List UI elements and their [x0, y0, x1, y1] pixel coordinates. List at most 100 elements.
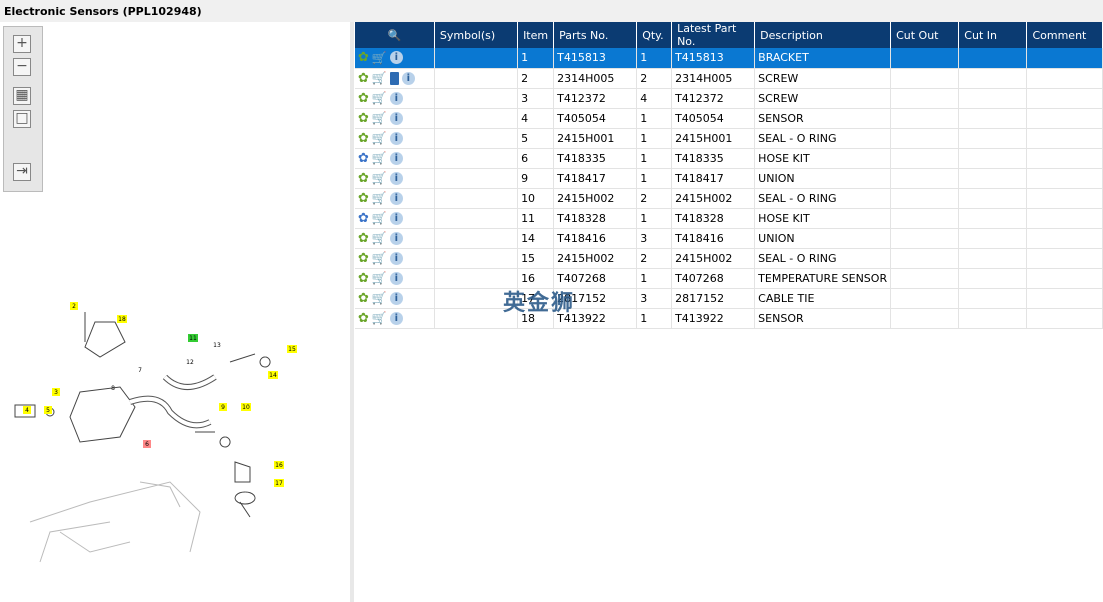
info-icon[interactable]: i: [389, 211, 403, 225]
table-row[interactable]: ✿ 🛒 i 1 T415813 1 T415813 BRACKET: [355, 48, 1103, 69]
gear-icon[interactable]: ✿: [358, 91, 369, 106]
symbols-cell: [434, 48, 519, 69]
info-icon[interactable]: i: [389, 291, 403, 305]
callout-13[interactable]: 13: [213, 342, 221, 349]
cart-icon[interactable]: 🛒: [372, 211, 387, 225]
callout-3[interactable]: 3: [54, 389, 58, 396]
info-icon[interactable]: i: [389, 91, 403, 105]
gear-icon[interactable]: ✿: [358, 231, 369, 246]
gear-icon[interactable]: ✿: [358, 50, 369, 65]
column-header[interactable]: Symbol(s): [434, 22, 519, 48]
callout-2[interactable]: 2: [72, 303, 76, 310]
table-row[interactable]: ✿ 🛒 i 10 2415H002 2 2415H002 SEAL - O RING: [355, 188, 1103, 209]
callout-14[interactable]: 14: [269, 372, 277, 379]
callout-16[interactable]: 16: [275, 462, 283, 469]
cart-icon[interactable]: 🛒: [372, 51, 387, 65]
column-header[interactable]: Qty.: [636, 22, 673, 48]
cart-icon[interactable]: 🛒: [372, 151, 387, 165]
info-icon[interactable]: i: [389, 271, 403, 285]
column-header[interactable]: Item: [517, 22, 555, 48]
cart-icon[interactable]: 🛒: [372, 71, 387, 85]
callout-18[interactable]: 18: [118, 316, 126, 323]
info-icon[interactable]: i: [401, 71, 415, 85]
gear-icon[interactable]: ✿: [358, 271, 369, 286]
gear-icon[interactable]: ✿: [358, 311, 369, 326]
info-icon[interactable]: i: [389, 231, 403, 245]
info-icon[interactable]: i: [389, 131, 403, 145]
info-icon[interactable]: i: [389, 111, 403, 125]
column-header[interactable]: Latest Part No.: [671, 22, 756, 48]
callout-15[interactable]: 15: [288, 346, 296, 353]
gear-icon[interactable]: ✿: [358, 191, 369, 206]
table-row[interactable]: ✿ 🛒 i 4 T405054 1 T405054 SENSOR: [355, 108, 1103, 129]
zoom-in-button[interactable]: +: [13, 35, 31, 53]
search-preview-icon[interactable]: 🔍: [388, 29, 402, 42]
table-row[interactable]: ✿ 🛒 i 17 2817152 3 2817152 CABLE TIE: [355, 288, 1103, 309]
diagram-panel[interactable]: + − ▦ □ ⇥ 2 18 11 13 12 15 14 7 8 3 4 5 …: [0, 22, 350, 602]
info-icon[interactable]: i: [389, 191, 403, 205]
callout-5[interactable]: 5: [46, 407, 50, 414]
table-row[interactable]: ✿ 🛒 i 18 T413922 1 T413922 SENSOR: [355, 308, 1103, 329]
table-row[interactable]: ✿ 🛒 i 14 T418416 3 T418416 UNION: [355, 228, 1103, 249]
desc-cell: SCREW: [754, 88, 892, 109]
column-header[interactable]: Comment: [1026, 22, 1103, 48]
cart-icon[interactable]: 🛒: [372, 271, 387, 285]
gear-icon[interactable]: ✿: [358, 251, 369, 266]
cart-icon[interactable]: 🛒: [372, 191, 387, 205]
column-header[interactable]: Description: [754, 22, 892, 48]
gear-icon[interactable]: ✿: [358, 71, 369, 86]
cart-icon[interactable]: 🛒: [372, 231, 387, 245]
gear-icon[interactable]: ✿: [358, 131, 369, 146]
callout-7[interactable]: 7: [138, 367, 142, 374]
table-row[interactable]: ✿ 🛒 i 15 2415H002 2 2415H002 SEAL - O RING: [355, 248, 1103, 269]
callout-4[interactable]: 4: [25, 407, 29, 414]
info-icon[interactable]: i: [389, 51, 403, 65]
book-icon[interactable]: [389, 71, 399, 85]
item-cell: 15: [517, 248, 555, 269]
cart-icon[interactable]: 🛒: [372, 311, 387, 325]
info-icon[interactable]: i: [389, 251, 403, 265]
table-row[interactable]: ✿ 🛒 i 3 T412372 4 T412372 SCREW: [355, 88, 1103, 109]
actual-size-button[interactable]: □: [13, 110, 31, 128]
callout-6[interactable]: 6: [145, 441, 149, 448]
cart-icon[interactable]: 🛒: [372, 131, 387, 145]
table-row[interactable]: ✿ 🛒 i 11 T418328 1 T418328 HOSE KIT: [355, 208, 1103, 229]
desc-cell: SENSOR: [754, 108, 892, 129]
cart-icon[interactable]: 🛒: [372, 171, 387, 185]
export-button[interactable]: ⇥: [13, 163, 31, 181]
gear-icon[interactable]: ✿: [358, 111, 369, 126]
callout-12[interactable]: 12: [186, 359, 194, 366]
panel-splitter[interactable]: [350, 22, 354, 602]
qty-cell: 1: [636, 268, 673, 289]
info-icon[interactable]: i: [389, 171, 403, 185]
gear-icon[interactable]: ✿: [358, 171, 369, 186]
cart-icon[interactable]: 🛒: [372, 291, 387, 305]
fit-view-button[interactable]: ▦: [13, 87, 31, 105]
cart-icon[interactable]: 🛒: [372, 111, 387, 125]
cart-icon[interactable]: 🛒: [372, 91, 387, 105]
gear-icon[interactable]: ✿: [358, 291, 369, 306]
callout-17[interactable]: 17: [275, 480, 283, 487]
table-row[interactable]: ✿ 🛒 i 6 T418335 1 T418335 HOSE KIT: [355, 148, 1103, 169]
callout-8[interactable]: 8: [111, 385, 115, 392]
callout-11[interactable]: 11: [189, 335, 197, 342]
column-header[interactable]: Cut Out: [890, 22, 960, 48]
info-icon[interactable]: i: [389, 151, 403, 165]
table-row[interactable]: ✿ 🛒 i 16 T407268 1 T407268 TEMPERATURE SENSOR: [355, 268, 1103, 289]
table-row[interactable]: ✿ 🛒 i 2 2314H005 2 2314H005 SCREW: [355, 68, 1103, 89]
gear-icon[interactable]: ✿: [358, 151, 369, 166]
gear-icon[interactable]: ✿: [358, 211, 369, 226]
info-icon[interactable]: i: [389, 311, 403, 325]
column-header-tools[interactable]: 🔍: [355, 22, 435, 48]
cart-icon[interactable]: 🛒: [372, 251, 387, 265]
callout-10[interactable]: 10: [242, 404, 250, 411]
table-row[interactable]: ✿ 🛒 i 5 2415H001 1 2415H001 SEAL - O RING: [355, 128, 1103, 149]
callout-9[interactable]: 9: [221, 404, 225, 411]
zoom-out-button[interactable]: −: [13, 58, 31, 76]
cut-out-cell: [890, 208, 960, 229]
cut-out-cell: [890, 228, 960, 249]
comment-cell: [1026, 208, 1103, 229]
column-header[interactable]: Cut In: [958, 22, 1028, 48]
table-row[interactable]: ✿ 🛒 i 9 T418417 1 T418417 UNION: [355, 168, 1103, 189]
column-header[interactable]: Parts No.: [553, 22, 638, 48]
